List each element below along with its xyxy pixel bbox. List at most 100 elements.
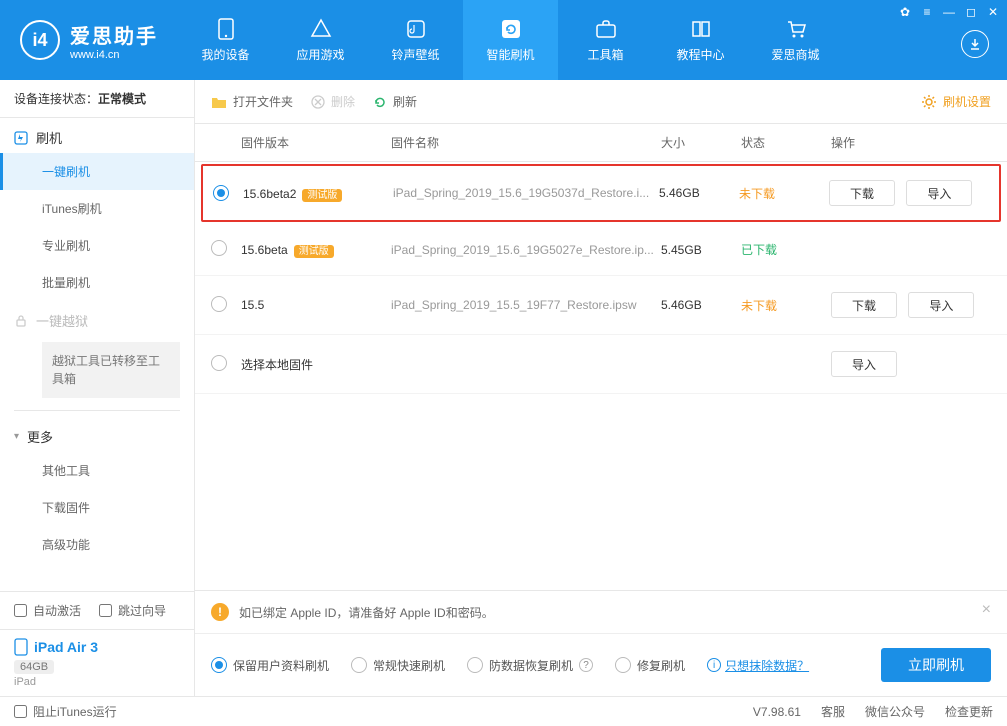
- table-header: 固件版本 固件名称 大小 状态 操作: [195, 124, 1007, 162]
- auto-activate-checkbox[interactable]: 自动激活: [14, 602, 81, 619]
- nav-apps[interactable]: 应用游戏: [273, 0, 368, 80]
- firmware-status: 已下载: [741, 241, 831, 258]
- device-capacity: 64GB: [14, 660, 54, 674]
- firmware-name: iPad_Spring_2019_15.6_19G5037d_Restore.i…: [393, 186, 659, 200]
- firmware-size: 5.46GB: [661, 298, 741, 312]
- block-itunes-checkbox[interactable]: 阻止iTunes运行: [14, 703, 117, 720]
- close-warning-button[interactable]: ×: [982, 601, 991, 619]
- option-keep-data[interactable]: 保留用户资料刷机: [211, 657, 329, 674]
- nav-smart-flash[interactable]: 智能刷机: [463, 0, 558, 80]
- sidebar-item-pro[interactable]: 专业刷机: [0, 227, 194, 264]
- download-button[interactable]: 下载: [831, 292, 897, 318]
- th-name: 固件名称: [391, 134, 661, 151]
- minimize-icon[interactable]: —: [939, 4, 959, 20]
- sidebar-item-other-tools[interactable]: 其他工具: [0, 452, 194, 489]
- sidebar-item-batch[interactable]: 批量刷机: [0, 264, 194, 301]
- sidebar-item-advanced[interactable]: 高级功能: [0, 526, 194, 563]
- radio[interactable]: [211, 240, 227, 256]
- sidebar-item-download-fw[interactable]: 下载固件: [0, 489, 194, 526]
- import-button[interactable]: 导入: [906, 180, 972, 206]
- download-button[interactable]: 下载: [829, 180, 895, 206]
- nav-toolbox[interactable]: 工具箱: [558, 0, 653, 80]
- sidebar-item-oneclick[interactable]: 一键刷机: [0, 153, 194, 190]
- firmware-name: iPad_Spring_2019_15.5_19F77_Restore.ipsw: [391, 298, 661, 312]
- section-jailbreak: 一键越狱: [0, 301, 194, 336]
- nav-my-device[interactable]: 我的设备: [178, 0, 273, 80]
- section-flash[interactable]: 刷机: [0, 118, 194, 153]
- footer: 阻止iTunes运行 V7.98.61 客服 微信公众号 检查更新: [0, 696, 1007, 726]
- device-info[interactable]: iPad Air 3 64GB iPad: [0, 629, 194, 696]
- bottom-panel: ! 如已绑定 Apple ID，请准备好 Apple ID和密码。 × 保留用户…: [195, 590, 1007, 696]
- flash-now-button[interactable]: 立即刷机: [881, 648, 991, 682]
- info-icon[interactable]: i: [707, 658, 721, 672]
- sidebar-item-itunes[interactable]: iTunes刷机: [0, 190, 194, 227]
- download-button[interactable]: [961, 30, 989, 58]
- warning-icon: !: [211, 603, 229, 621]
- book-icon: [690, 18, 712, 40]
- lock-icon: [14, 314, 28, 328]
- close-icon[interactable]: ✕: [983, 4, 1003, 20]
- app-title: 爱思助手: [70, 20, 158, 49]
- import-button[interactable]: 导入: [908, 292, 974, 318]
- check-update-button[interactable]: 检查更新: [945, 703, 993, 720]
- window-controls: ✿ ≡ — ◻ ✕: [895, 4, 1003, 20]
- gear-icon: [921, 94, 937, 110]
- phone-icon: [215, 18, 237, 40]
- logo-text: 爱思助手 www.i4.cn: [70, 20, 158, 61]
- maximize-icon[interactable]: ◻: [961, 4, 981, 20]
- flash-icon: [14, 131, 28, 145]
- firmware-status: 未下载: [739, 185, 829, 202]
- logo-area: i4 爱思助手 www.i4.cn: [0, 20, 178, 61]
- option-normal[interactable]: 常规快速刷机: [351, 657, 445, 674]
- header: i4 爱思助手 www.i4.cn 我的设备 应用游戏 铃声壁纸 智能刷机 工具…: [0, 0, 1007, 80]
- chevron-down-icon: ▾: [14, 431, 19, 442]
- th-size: 大小: [661, 134, 741, 151]
- firmware-name: iPad_Spring_2019_15.6_19G5027e_Restore.i…: [391, 243, 661, 257]
- firmware-status: 未下载: [741, 297, 831, 314]
- version-label: V7.98.61: [753, 705, 801, 719]
- refresh-button[interactable]: 刷新: [373, 93, 417, 110]
- wechat-button[interactable]: 微信公众号: [865, 703, 925, 720]
- cart-icon: [785, 18, 807, 40]
- table-row[interactable]: 15.5 iPad_Spring_2019_15.5_19F77_Restore…: [195, 276, 1007, 335]
- help-icon[interactable]: ?: [579, 658, 593, 672]
- firmware-size: 5.46GB: [659, 186, 739, 200]
- sidebar-bottom-options: 自动激活 跳过向导: [0, 591, 194, 629]
- section-more[interactable]: ▾ 更多: [0, 417, 194, 452]
- refresh-icon: [373, 95, 387, 109]
- table-row[interactable]: 15.6beta测试版 iPad_Spring_2019_15.6_19G502…: [195, 224, 1007, 276]
- toolbar: 打开文件夹 删除 刷新 刷机设置: [195, 80, 1007, 124]
- menu-icon[interactable]: ≡: [917, 4, 937, 20]
- main-panel: 打开文件夹 删除 刷新 刷机设置 固件版本 固件名称 大小 状态 操作: [195, 80, 1007, 696]
- firmware-size: 5.45GB: [661, 243, 741, 257]
- th-action: 操作: [831, 134, 991, 151]
- option-anti-recovery[interactable]: 防数据恢复刷机?: [467, 657, 593, 674]
- sidebar: 设备连接状态：正常模式 刷机 一键刷机 iTunes刷机 专业刷机 批量刷机 一…: [0, 80, 195, 696]
- nav-ringtones[interactable]: 铃声壁纸: [368, 0, 463, 80]
- flash-options: 保留用户资料刷机 常规快速刷机 防数据恢复刷机? 修复刷机 i 只想抹除数据？ 立…: [195, 634, 1007, 696]
- top-nav: 我的设备 应用游戏 铃声壁纸 智能刷机 工具箱 教程中心 爱思商城: [178, 0, 843, 80]
- music-icon: [405, 18, 427, 40]
- customer-service-button[interactable]: 客服: [821, 703, 845, 720]
- radio-selected[interactable]: [213, 185, 229, 201]
- import-button[interactable]: 导入: [831, 351, 897, 377]
- jailbreak-note: 越狱工具已转移至工具箱: [42, 342, 180, 398]
- tablet-icon: [14, 638, 28, 656]
- skin-icon[interactable]: ✿: [895, 4, 915, 20]
- skip-guide-checkbox[interactable]: 跳过向导: [99, 602, 166, 619]
- delete-button[interactable]: 删除: [311, 93, 355, 110]
- open-folder-button[interactable]: 打开文件夹: [211, 93, 293, 110]
- table-row[interactable]: 选择本地固件 导入: [195, 335, 1007, 394]
- flash-settings-button[interactable]: 刷机设置: [921, 93, 991, 110]
- erase-data-link[interactable]: 只想抹除数据？: [725, 657, 809, 674]
- download-icon: [961, 30, 989, 58]
- option-repair[interactable]: 修复刷机: [615, 657, 685, 674]
- folder-icon: [211, 95, 227, 109]
- radio[interactable]: [211, 355, 227, 371]
- radio[interactable]: [211, 296, 227, 312]
- nav-store[interactable]: 爱思商城: [748, 0, 843, 80]
- nav-tutorials[interactable]: 教程中心: [653, 0, 748, 80]
- delete-icon: [311, 95, 325, 109]
- table-row[interactable]: 15.6beta2测试版 iPad_Spring_2019_15.6_19G50…: [201, 164, 1001, 222]
- th-status: 状态: [741, 134, 831, 151]
